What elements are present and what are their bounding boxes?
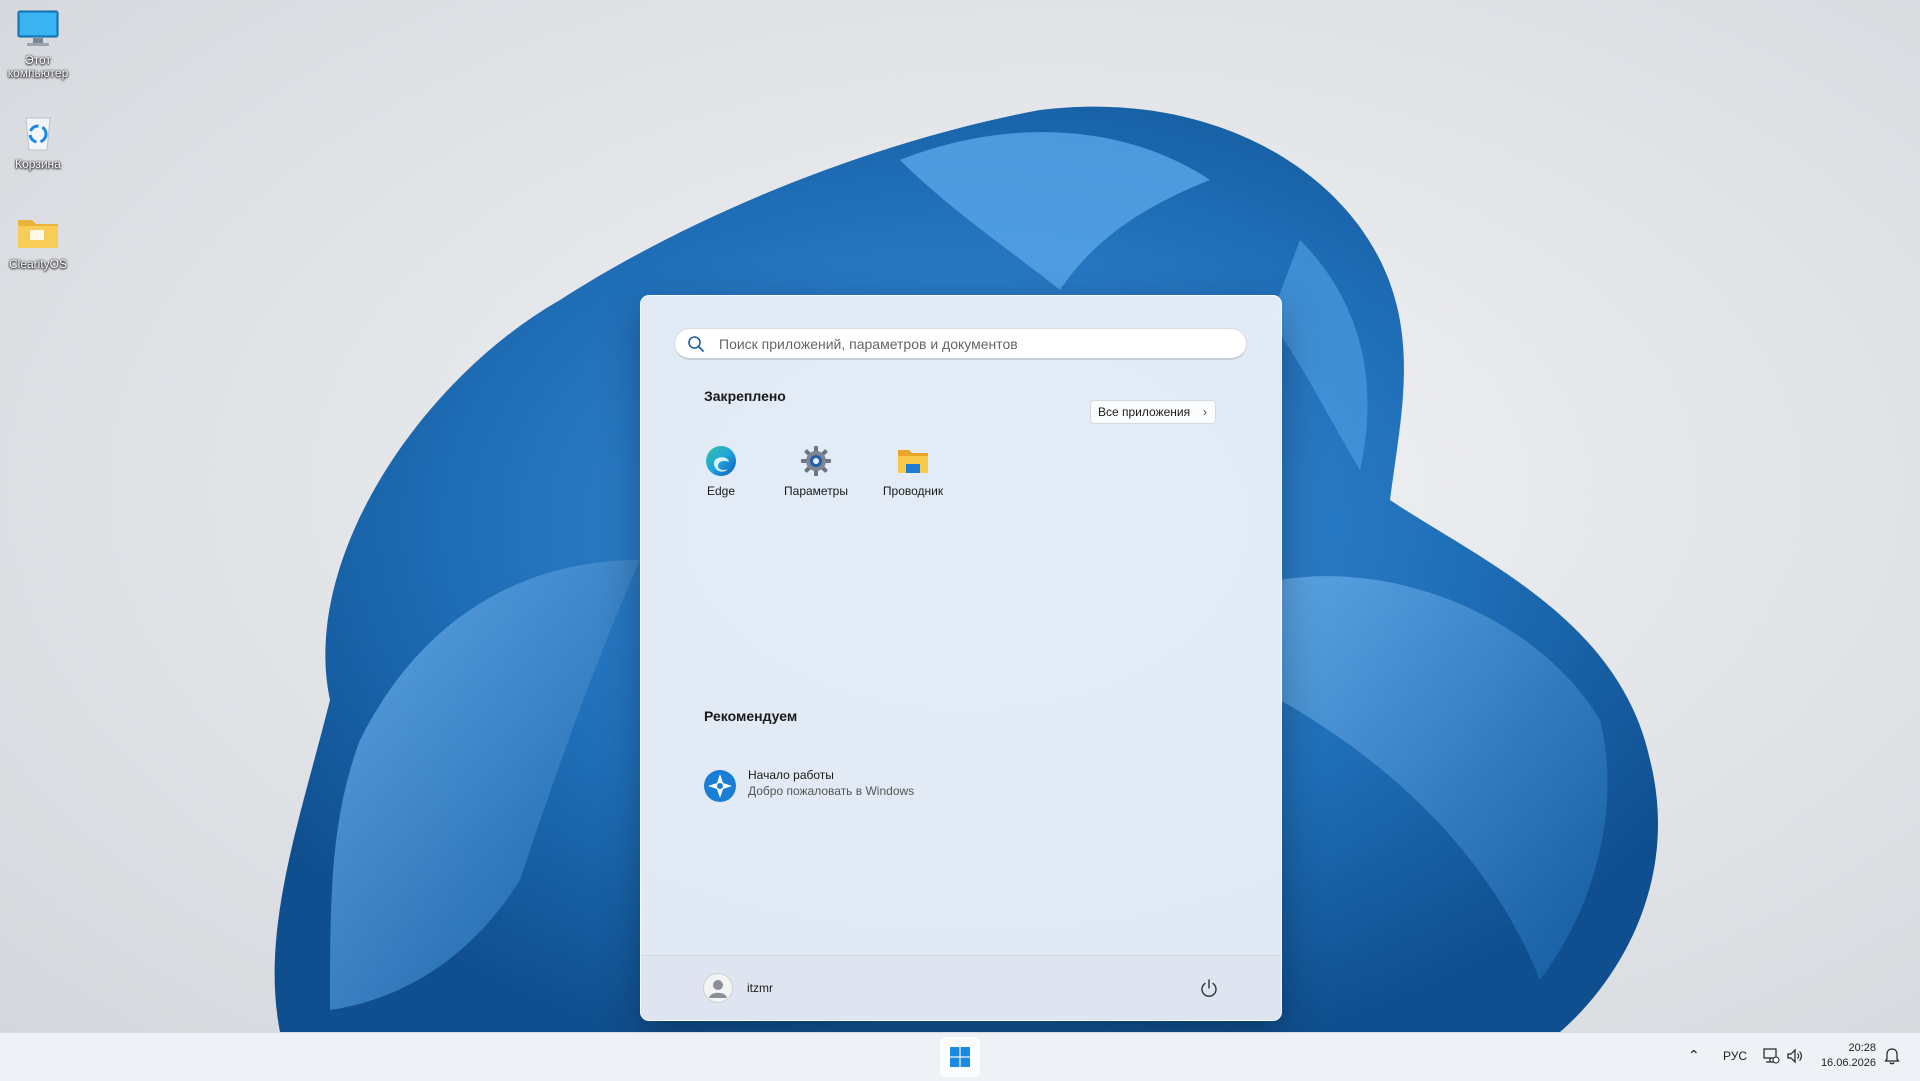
desktop-icon-recycle-bin[interactable]: Корзина [4, 104, 72, 171]
taskbar: ⌃ РУС 20:28 16.06.2026 [0, 1032, 1920, 1081]
all-apps-label: Все приложения [1098, 405, 1191, 419]
desktop-icon-this-pc[interactable]: Этот компьютер [4, 0, 72, 80]
windows-logo-icon [950, 1047, 970, 1067]
user-account-button[interactable]: itzmr [703, 972, 803, 1004]
start-button[interactable] [940, 1037, 980, 1077]
desktop-icon-label: ClearityOS [8, 257, 67, 271]
folder-icon [18, 220, 58, 248]
desktop-icon-label: Этот компьютер [7, 53, 69, 80]
notification-bell-icon[interactable] [1884, 1047, 1900, 1065]
get-started-icon [704, 770, 736, 802]
file-explorer-icon [898, 450, 928, 473]
edge-icon [706, 446, 736, 476]
chevron-up-icon[interactable]: ⌃ [1688, 1047, 1700, 1064]
user-icon [709, 980, 727, 998]
power-icon[interactable] [1199, 978, 1219, 998]
search-input[interactable] [717, 329, 1241, 359]
system-clock[interactable]: 20:28 16.06.2026 [1812, 1041, 1876, 1071]
recommended-item-get-started[interactable]: Начало работы Добро пожаловать в Windows [703, 766, 963, 806]
pinned-app-file-explorer[interactable]: Проводник [873, 444, 953, 498]
start-menu-footer: itzmr [641, 955, 1281, 1020]
pinned-app-edge[interactable]: Edge [681, 444, 761, 498]
clock-date: 16.06.2026 [1820, 1057, 1876, 1069]
network-icon[interactable] [1762, 1047, 1780, 1065]
start-menu: Закреплено Все приложения › Edge [640, 295, 1282, 1021]
input-language-indicator[interactable]: РУС [1723, 1049, 1747, 1063]
volume-icon[interactable] [1786, 1047, 1804, 1065]
recycle-bin-icon [25, 117, 51, 151]
monitor-icon [17, 10, 59, 46]
chevron-right-icon: › [1203, 405, 1207, 419]
desktop-icon-clearityos[interactable]: ClearityOS [4, 204, 72, 271]
recommended-item-subtitle: Добро пожаловать в Windows [748, 784, 915, 798]
pinned-section-title: Закреплено [704, 388, 786, 404]
all-apps-button[interactable]: Все приложения › [1090, 400, 1216, 424]
clock-time: 20:28 [1848, 1042, 1876, 1054]
avatar [703, 973, 733, 1003]
pinned-app-settings[interactable]: Параметры [776, 444, 856, 498]
recommended-item-title: Начало работы [748, 768, 834, 782]
search-box[interactable] [674, 328, 1247, 360]
desktop-icon-label: Корзина [15, 157, 61, 171]
pinned-app-label: Проводник [882, 484, 944, 498]
recommended-section-title: Рекомендуем [704, 708, 798, 724]
settings-gear-icon [801, 446, 831, 476]
user-name: itzmr [747, 981, 773, 995]
pinned-app-label: Параметры [784, 484, 848, 498]
search-icon [688, 336, 704, 352]
pinned-app-label: Edge [706, 484, 736, 498]
